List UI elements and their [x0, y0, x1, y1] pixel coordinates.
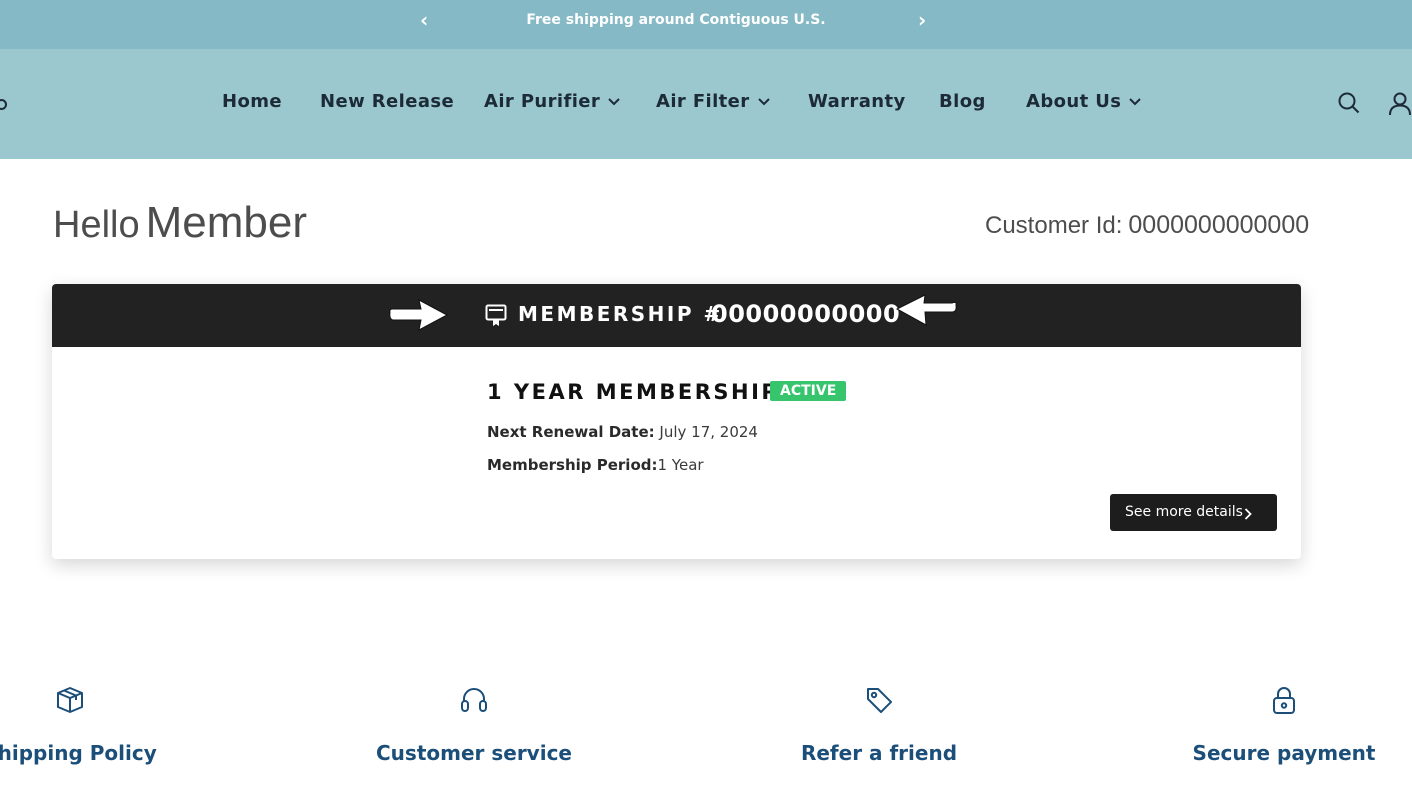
- period-value: 1 Year: [657, 456, 704, 474]
- membership-card: MEMBERSHIP # 00000000000 1 YEAR MEMBERSH…: [52, 284, 1301, 559]
- chevron-down-icon: [757, 95, 770, 110]
- nav-item-air-filter[interactable]: Air Filter: [656, 91, 770, 112]
- nav-item-label: About Us: [1026, 91, 1122, 112]
- headset-icon: [324, 685, 624, 719]
- feature-shipping-policy[interactable]: Shipping Policy: [0, 685, 220, 765]
- nav-item-label: Home: [222, 91, 282, 112]
- announcement-bar: ‹ Free shipping around Contiguous U.S. ›: [0, 0, 1412, 49]
- renewal-row: Next Renewal Date: July 17, 2024: [487, 423, 758, 441]
- feature-label: Refer a friend: [800, 741, 958, 765]
- chevron-right-icon[interactable]: ›: [918, 0, 926, 40]
- membership-plan: 1 YEAR MEMBERSHIP: [487, 380, 780, 404]
- renewal-label: Next Renewal Date:: [487, 423, 655, 441]
- membership-header: MEMBERSHIP # 00000000000: [52, 284, 1301, 347]
- period-label: Membership Period:: [487, 456, 658, 474]
- main-nav: Home New Release Air Purifier Air Filter…: [0, 49, 1412, 159]
- tag-icon: [729, 685, 1029, 719]
- box-icon: [0, 685, 220, 719]
- arrow-right-icon: [387, 298, 449, 336]
- membership-number: 00000000000: [711, 300, 901, 328]
- nav-item-warranty[interactable]: Warranty: [808, 91, 906, 112]
- customer-id-value: 0000000000000: [1128, 211, 1310, 239]
- feature-secure-payment[interactable]: Secure payment: [1134, 685, 1412, 765]
- chevron-right-icon: [1244, 494, 1252, 531]
- logo-icon[interactable]: [0, 99, 7, 110]
- membership-card-icon: [485, 304, 507, 332]
- nav-item-air-purifier[interactable]: Air Purifier: [484, 91, 620, 112]
- feature-refer-a-friend[interactable]: Refer a friend: [729, 685, 1029, 765]
- chevron-down-icon: [608, 95, 620, 110]
- nav-item-blog[interactable]: Blog: [939, 91, 986, 112]
- arrow-left-icon: [895, 292, 959, 332]
- nav-item-about-us[interactable]: About Us: [1026, 91, 1142, 112]
- greeting: Hello Member: [53, 198, 307, 248]
- feature-label: Shipping Policy: [0, 741, 157, 765]
- status-badge: ACTIVE: [770, 381, 847, 401]
- membership-label: MEMBERSHIP #: [518, 302, 723, 326]
- see-more-details-label: See more details: [1125, 504, 1243, 520]
- feature-label: Customer service: [376, 741, 572, 765]
- feature-customer-service[interactable]: Customer service: [324, 685, 624, 765]
- see-more-details-button[interactable]: See more details: [1110, 494, 1277, 531]
- renewal-value: July 17, 2024: [659, 423, 758, 441]
- feature-label: Secure payment: [1192, 741, 1376, 765]
- nav-item-label: Air Filter: [656, 91, 750, 112]
- customer-id: Customer Id: 0000000000000: [985, 211, 1309, 240]
- nav-item-label: Blog: [939, 91, 986, 112]
- greeting-hello: Hello: [53, 204, 140, 246]
- nav-item-new-release[interactable]: New Release: [320, 91, 454, 112]
- search-icon[interactable]: [1338, 92, 1360, 118]
- nav-item-label: Air Purifier: [484, 91, 601, 112]
- nav-item-label: New Release: [320, 91, 455, 112]
- nav-item-home[interactable]: Home: [222, 91, 282, 112]
- chevron-down-icon: [1129, 95, 1142, 110]
- period-row: Membership Period:1 Year: [487, 456, 704, 474]
- customer-id-label: Customer Id:: [985, 212, 1123, 239]
- greeting-name: Member: [145, 198, 307, 247]
- announcement-text: Free shipping around Contiguous U.S.: [526, 12, 826, 28]
- account-icon[interactable]: [1389, 92, 1411, 120]
- lock-icon: [1134, 685, 1412, 719]
- nav-item-label: Warranty: [808, 91, 906, 112]
